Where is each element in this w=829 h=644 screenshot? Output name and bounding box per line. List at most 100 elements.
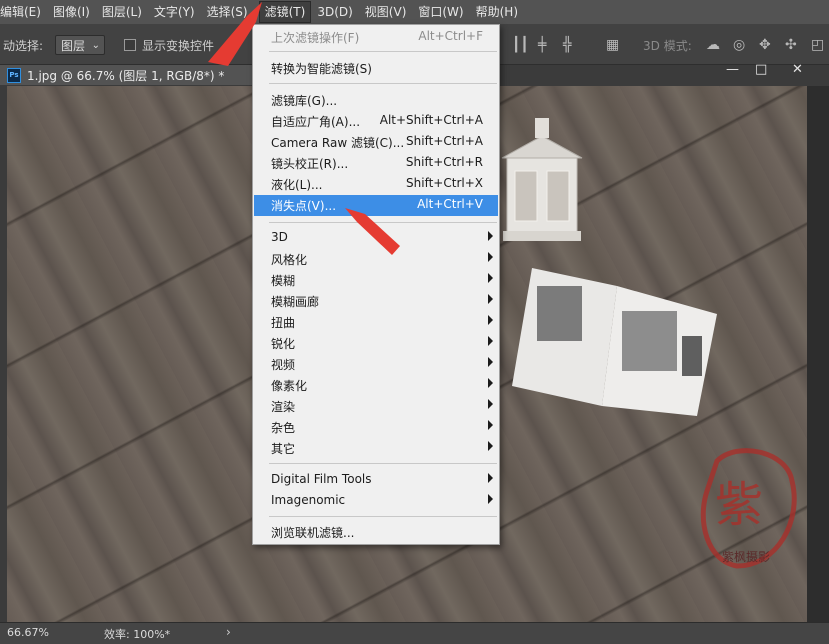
menu-item-label: 镜头校正(R)... <box>271 157 349 171</box>
menu-item-adaptive-wide-angle[interactable]: 自适应广角(A)... Alt+Shift+Ctrl+A <box>253 111 499 132</box>
menu-item-label: 像素化 <box>271 379 308 393</box>
menu-item-liquify[interactable]: 液化(L)... Shift+Ctrl+X <box>253 174 499 195</box>
submenu-arrow-icon <box>488 494 493 504</box>
scale-3d-icon[interactable]: ◰ <box>811 37 824 53</box>
menu-item-vanishing-point[interactable]: 消失点(V)... Alt+Ctrl+V <box>254 195 498 216</box>
submenu-stylize[interactable]: 风格化 <box>253 249 499 270</box>
menu-item-convert-smart[interactable]: 转换为智能滤镜(S) <box>253 58 499 79</box>
menu-item-label: Imagenomic <box>271 493 346 507</box>
menu-help[interactable]: 帮助(H) <box>476 0 525 24</box>
menu-separator <box>269 51 497 52</box>
menu-item-shortcut: Shift+Ctrl+A <box>406 134 483 148</box>
submenu-sharpen[interactable]: 锐化 <box>253 333 499 354</box>
menu-item-label: 渲染 <box>271 400 296 414</box>
submenu-noise[interactable]: 杂色 <box>253 417 499 438</box>
status-bar: 66.67% 效率: 100%* › <box>0 622 829 644</box>
zoom-level[interactable]: 66.67% <box>7 626 49 639</box>
submenu-blur-gallery[interactable]: 模糊画廊 <box>253 291 499 312</box>
efficiency-info: 效率: 100%* <box>104 628 171 641</box>
menu-separator <box>269 463 497 464</box>
menu-item-label: 3D <box>271 230 288 244</box>
menu-view[interactable]: 视图(V) <box>365 0 414 24</box>
menu-separator <box>269 222 497 223</box>
filter-menu-dropdown: 上次滤镜操作(F) Alt+Ctrl+F 转换为智能滤镜(S) 滤镜库(G)..… <box>252 24 500 545</box>
menu-item-label: 转换为智能滤镜(S) <box>271 62 372 76</box>
watermark-sub: 紫枫摄影 <box>722 549 770 564</box>
menu-item-last-filter[interactable]: 上次滤镜操作(F) Alt+Ctrl+F <box>253 27 499 48</box>
submenu-arrow-icon <box>488 420 493 430</box>
submenu-imagenomic[interactable]: Imagenomic <box>253 491 499 512</box>
pan-3d-icon[interactable]: ✥ <box>759 37 771 53</box>
menu-item-label: 滤镜库(G)... <box>271 94 338 108</box>
menu-select[interactable]: 选择(S) <box>207 0 255 24</box>
auto-select-label: 动选择: <box>3 39 44 53</box>
3d-mode-label: 3D 模式: <box>643 39 692 53</box>
menu-bar: 编辑(E) 图像(I) 图层(L) 文字(Y) 选择(S) 滤镜(T) 3D(D… <box>0 0 829 24</box>
submenu-arrow-icon <box>488 294 493 304</box>
submenu-3d[interactable]: 3D <box>253 228 499 249</box>
menu-window[interactable]: 窗口(W) <box>418 0 470 24</box>
menu-item-label: 锐化 <box>271 337 296 351</box>
menu-3d[interactable]: 3D(D) <box>317 0 359 24</box>
menu-edit[interactable]: 编辑(E) <box>0 0 48 24</box>
menu-item-shortcut: Alt+Ctrl+F <box>418 29 483 43</box>
menu-item-label: Digital Film Tools <box>271 472 372 486</box>
menu-item-browse-online[interactable]: 浏览联机滤镜... <box>253 522 499 543</box>
submenu-distort[interactable]: 扭曲 <box>253 312 499 333</box>
slide-3d-icon[interactable]: ✣ <box>785 37 797 53</box>
menu-separator <box>269 516 497 517</box>
menu-item-label: 视频 <box>271 358 296 372</box>
menu-item-label: 风格化 <box>271 253 308 267</box>
submenu-digital-film-tools[interactable]: Digital Film Tools <box>253 470 499 491</box>
maximize-button[interactable]: □ <box>755 62 767 77</box>
submenu-other[interactable]: 其它 <box>253 438 499 459</box>
submenu-arrow-icon <box>488 441 493 451</box>
menu-item-label: 模糊 <box>271 274 296 288</box>
menu-item-label: 消失点(V)... <box>271 199 337 213</box>
menu-item-camera-raw[interactable]: Camera Raw 滤镜(C)... Shift+Ctrl+A <box>253 132 499 153</box>
submenu-arrow-icon <box>488 336 493 346</box>
align-center-icon[interactable]: ┃┃ <box>512 37 529 53</box>
align-middle-icon[interactable]: ╪ <box>538 37 546 53</box>
menu-item-label: 模糊画廊 <box>271 295 320 309</box>
menu-image[interactable]: 图像(I) <box>53 0 97 24</box>
submenu-arrow-icon <box>488 378 493 388</box>
auto-select-dropdown[interactable]: 图层 ⌄ <box>55 35 105 55</box>
menu-item-label: 浏览联机滤镜... <box>271 526 355 540</box>
align-bottom-icon[interactable]: ╬ <box>563 37 571 53</box>
menu-type[interactable]: 文字(Y) <box>154 0 202 24</box>
document-tab[interactable]: Ps 1.jpg @ 66.7% (图层 1, RGB/8*) * <box>0 65 263 85</box>
submenu-arrow-icon <box>488 473 493 483</box>
menu-item-label: 杂色 <box>271 421 296 435</box>
menu-item-label: Camera Raw 滤镜(C)... <box>271 136 405 150</box>
vertical-scrollbar[interactable] <box>807 86 829 622</box>
distribute-icon[interactable]: ▦ <box>606 37 619 53</box>
close-button[interactable]: ✕ <box>792 62 803 77</box>
menu-item-label: 其它 <box>271 442 296 456</box>
submenu-blur[interactable]: 模糊 <box>253 270 499 291</box>
show-transform-checkbox[interactable] <box>124 39 136 51</box>
menu-filter[interactable]: 滤镜(T) <box>258 1 312 23</box>
submenu-pixelate[interactable]: 像素化 <box>253 375 499 396</box>
menu-item-lens-correction[interactable]: 镜头校正(R)... Shift+Ctrl+R <box>253 153 499 174</box>
orbit-3d-icon[interactable]: ☁ <box>706 37 720 53</box>
roll-3d-icon[interactable]: ◎ <box>733 37 745 53</box>
menu-layer[interactable]: 图层(L) <box>102 0 149 24</box>
submenu-video[interactable]: 视频 <box>253 354 499 375</box>
menu-separator <box>269 83 497 84</box>
submenu-arrow-icon <box>488 315 493 325</box>
submenu-render[interactable]: 渲染 <box>253 396 499 417</box>
status-menu-arrow[interactable]: › <box>226 625 231 639</box>
submenu-arrow-icon <box>488 273 493 283</box>
menu-item-filter-gallery[interactable]: 滤镜库(G)... <box>253 90 499 111</box>
menu-item-label: 自适应广角(A)... <box>271 115 361 129</box>
watermark-char: 紫 <box>715 477 763 533</box>
menu-item-shortcut: Alt+Ctrl+V <box>417 197 483 211</box>
submenu-arrow-icon <box>488 231 493 241</box>
show-transform-label: 显示变换控件 <box>142 39 215 53</box>
minimize-button[interactable]: — <box>726 62 739 77</box>
menu-item-shortcut: Alt+Shift+Ctrl+A <box>379 113 483 127</box>
watermark-seal: 紫 紫枫摄影 <box>700 448 797 569</box>
submenu-arrow-icon <box>488 252 493 262</box>
magazine-photo <box>512 268 717 416</box>
